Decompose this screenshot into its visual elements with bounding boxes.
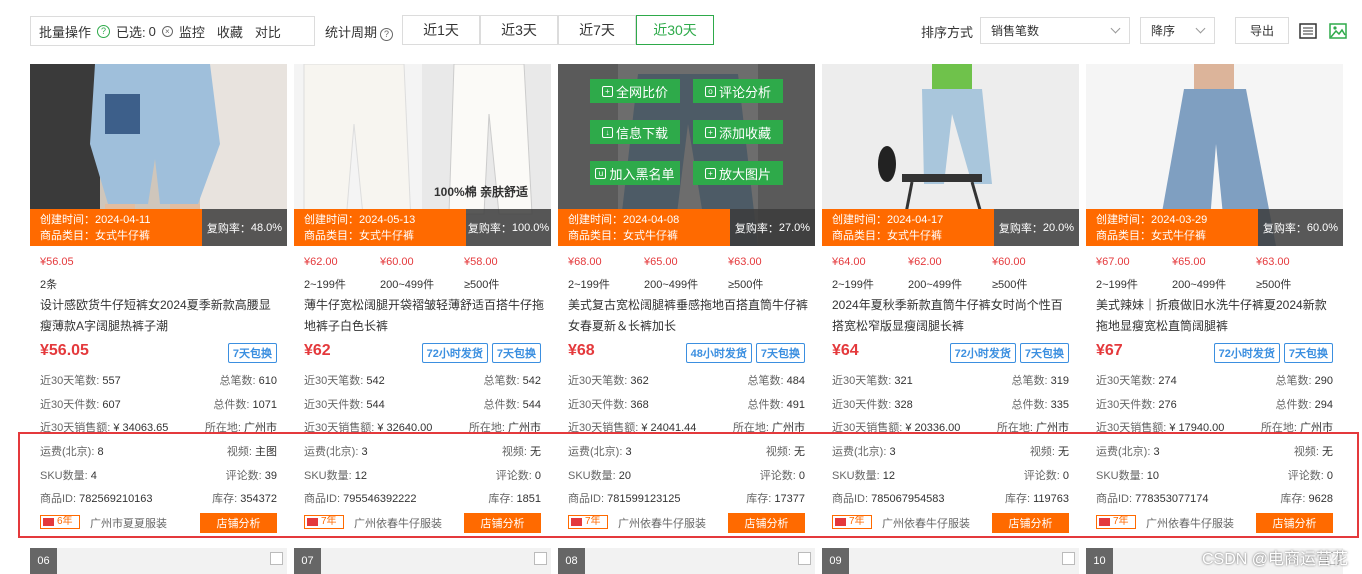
period-label: 统计周期? (325, 22, 394, 41)
created-info: 创建时间：2024-03-29 商品类目：女式牛仔裤 (1086, 209, 1258, 246)
batch-label: 批量操作 (39, 24, 92, 40)
service-tag: 7天包换 (491, 343, 541, 363)
export-button[interactable]: 导出 (1235, 17, 1289, 44)
orders-row: 近30天笔数: 362 总笔数: 484 (568, 375, 805, 387)
card-number: 09 (822, 548, 849, 574)
repurchase-rate: 复购率： 100.0% (466, 209, 551, 246)
product-title[interactable]: 2024年夏秋季新款直筒牛仔裤女时尚个性百搭宽松窄版显瘦阔腿长裤 (832, 295, 1072, 339)
sort-label: 排序方式 (921, 25, 974, 40)
highlight-box (18, 432, 1359, 538)
period-tab-7[interactable]: 近7天 (558, 15, 636, 45)
period-tab-30[interactable]: 近30天 (636, 15, 714, 45)
card-number: 10 (1086, 548, 1113, 574)
select-checkbox[interactable] (1062, 552, 1075, 565)
period-tab-1[interactable]: 近1天 (402, 15, 480, 45)
period-tab-3[interactable]: 近3天 (480, 15, 558, 45)
sort-select[interactable]: 销售笔数 (980, 17, 1130, 44)
help-icon[interactable]: ? (380, 28, 394, 41)
service-tag: 7天包换 (1019, 343, 1069, 363)
repurchase-rate: 复购率： 48.0% (202, 209, 287, 246)
select-checkbox[interactable] (534, 552, 547, 565)
product-price: ¥68 (568, 342, 595, 359)
card-number: 06 (30, 548, 57, 574)
service-tag: 7天包换 (1283, 343, 1333, 363)
product-card-bottom[interactable]: 07 (294, 548, 551, 574)
product-card-bottom[interactable]: 08 (558, 548, 815, 574)
product-title[interactable]: 美式复古宽松阔腿裤垂感拖地百搭直筒牛仔裤女春夏新＆长裤加长 (568, 295, 808, 339)
image-view-icon[interactable] (1329, 23, 1347, 39)
card-number: 08 (558, 548, 585, 574)
batch-box: 批量操作 ? 已选: 0 × 监控 收藏 对比 (30, 16, 315, 46)
info-bar: 创建时间：2024-03-29 商品类目：女式牛仔裤 复购率： 60.0% (1086, 209, 1343, 246)
product-title[interactable]: 薄牛仔宽松阔腿开袋褶皱轻薄舒适百搭牛仔拖地裤子白色长裤 (304, 295, 544, 339)
pieces-row: 近30天件数: 368 总件数: 491 (568, 399, 805, 411)
order-select[interactable]: 降序 (1140, 17, 1215, 44)
watermark: CSDN @电商运营花 (1201, 551, 1348, 568)
pieces-row: 近30天件数: 544 总件数: 544 (304, 399, 541, 411)
created-info: 创建时间：2024-05-13 商品类目：女式牛仔裤 (294, 209, 466, 246)
created-info: 创建时间：2024-04-08 商品类目：女式牛仔裤 (558, 209, 730, 246)
repurchase-rate: 复购率： 20.0% (994, 209, 1079, 246)
orders-row: 近30天笔数: 321 总笔数: 319 (832, 375, 1069, 387)
product-title[interactable]: 美式辣妹｜折痕做旧水洗牛仔裤夏2024新款拖地显瘦宽松直筒阔腿裤 (1096, 295, 1336, 339)
orders-row: 近30天笔数: 274 总笔数: 290 (1096, 375, 1333, 387)
selected-count: 0 (148, 23, 156, 39)
service-tags: 72小时发货 7天包换 (949, 343, 1069, 363)
list-view-icon[interactable] (1299, 23, 1317, 39)
service-tag: 7天包换 (755, 343, 805, 363)
service-tag: 72小时发货 (1213, 343, 1280, 363)
service-tag: 7天包换 (227, 343, 277, 363)
service-tags: 7天包换 (227, 343, 277, 363)
repurchase-rate: 复购率： 27.0% (730, 209, 815, 246)
chevron-down-icon (1195, 23, 1206, 34)
help-icon[interactable]: ? (97, 24, 111, 38)
selected-label: 已选: (116, 24, 146, 40)
pieces-row: 近30天件数: 276 总件数: 294 (1096, 399, 1333, 411)
info-bar: 创建时间：2024-04-17 商品类目：女式牛仔裤 复购率： 20.0% (822, 209, 1079, 246)
info-bar: 创建时间：2024-05-13 商品类目：女式牛仔裤 复购率： 100.0% (294, 209, 551, 246)
info-bar: 创建时间：2024-04-08 商品类目：女式牛仔裤 复购率： 27.0% (558, 209, 815, 246)
service-tag: 48小时发货 (685, 343, 752, 363)
created-info: 创建时间：2024-04-11 商品类目：女式牛仔裤 (30, 209, 202, 246)
product-price: ¥64 (832, 342, 859, 359)
pieces-row: 近30天件数: 328 总件数: 335 (832, 399, 1069, 411)
product-title[interactable]: 设计感欧货牛仔短裤女2024夏季新款高腰显瘦薄款A字阔腿热裤子潮 (40, 295, 280, 339)
select-checkbox[interactable] (270, 552, 283, 565)
product-price: ¥56.05 (40, 342, 89, 359)
service-tag: 72小时发货 (949, 343, 1016, 363)
product-card-bottom[interactable]: 09 (822, 548, 1079, 574)
repurchase-rate: 复购率： 60.0% (1258, 209, 1343, 246)
service-tags: 72小时发货 7天包换 (421, 343, 541, 363)
info-bar: 创建时间：2024-04-11 商品类目：女式牛仔裤 复购率： 48.0% (30, 209, 287, 246)
service-tags: 48小时发货 7天包换 (685, 343, 805, 363)
service-tag: 72小时发货 (421, 343, 488, 363)
orders-row: 近30天笔数: 542 总笔数: 542 (304, 375, 541, 387)
chevron-down-icon (1110, 23, 1121, 34)
service-tags: 72小时发货 7天包换 (1213, 343, 1333, 363)
product-price: ¥67 (1096, 342, 1123, 359)
pieces-row: 近30天件数: 607 总件数: 1071 (40, 399, 277, 411)
monitor-button[interactable]: 监控 (179, 22, 205, 41)
product-price: ¥62 (304, 342, 331, 359)
clear-icon[interactable]: × (161, 25, 173, 37)
orders-row: 近30天笔数: 557 总笔数: 610 (40, 375, 277, 387)
product-card-bottom[interactable]: 06 (30, 548, 287, 574)
compare-button[interactable]: 对比 (255, 22, 281, 41)
favorite-button[interactable]: 收藏 (217, 22, 243, 41)
toolbar: 批量操作 ? 已选: 0 × 监控 收藏 对比 统计周期? 近1天 近3天 近7… (0, 0, 1362, 60)
created-info: 创建时间：2024-04-17 商品类目：女式牛仔裤 (822, 209, 994, 246)
card-number: 07 (294, 548, 321, 574)
select-checkbox[interactable] (798, 552, 811, 565)
